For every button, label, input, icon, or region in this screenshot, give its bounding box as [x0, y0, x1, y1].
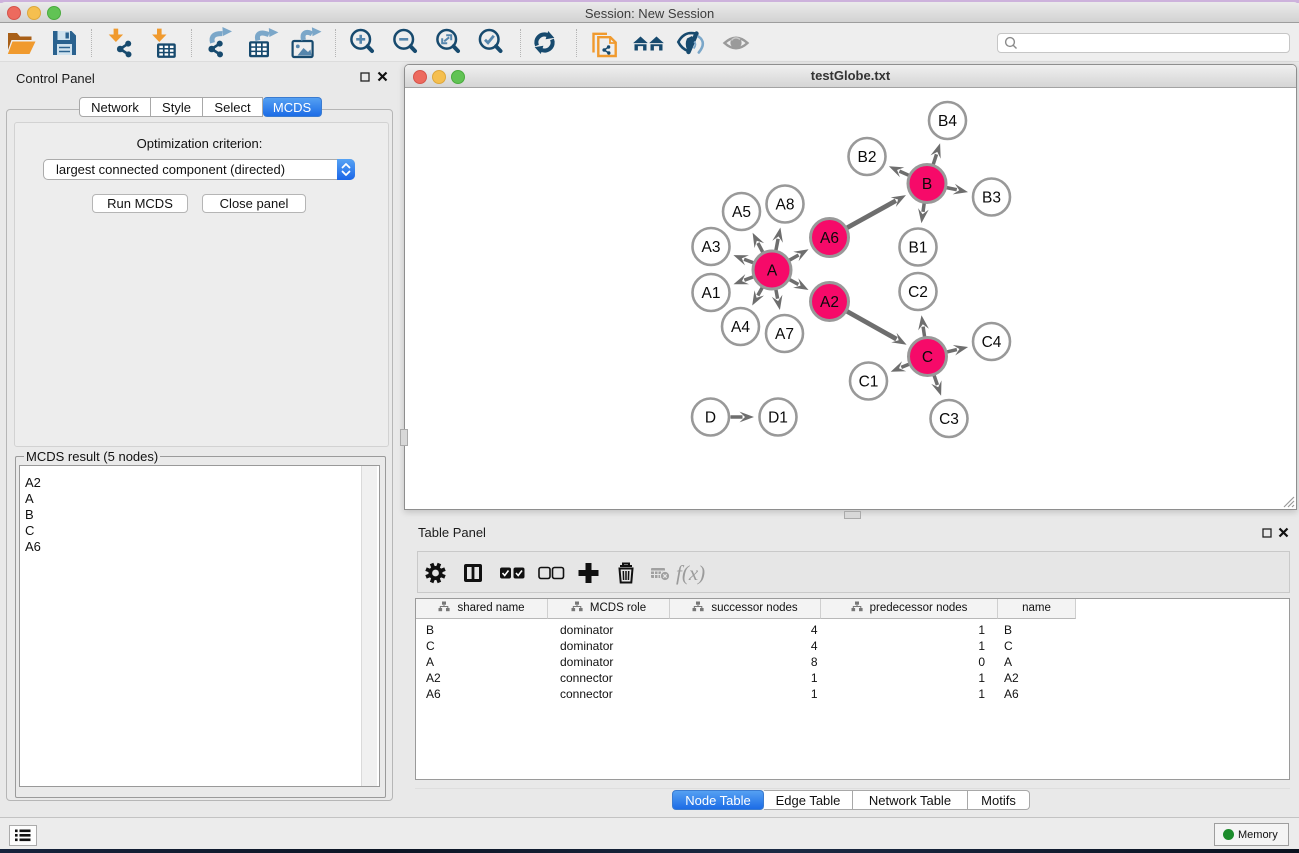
svg-text:A5: A5: [732, 204, 751, 221]
svg-text:D: D: [705, 410, 716, 427]
svg-text:C4: C4: [982, 334, 1002, 351]
svg-text:A6: A6: [820, 230, 839, 247]
svg-text:A: A: [767, 263, 778, 280]
svg-text:A1: A1: [702, 285, 721, 302]
svg-text:B: B: [922, 176, 932, 193]
svg-text:B3: B3: [982, 190, 1001, 207]
svg-text:A4: A4: [731, 319, 750, 336]
svg-text:C3: C3: [939, 411, 959, 428]
svg-text:C2: C2: [908, 284, 928, 301]
svg-text:A7: A7: [775, 326, 794, 343]
svg-text:A2: A2: [820, 294, 839, 311]
svg-text:A8: A8: [776, 197, 795, 214]
svg-text:B2: B2: [858, 149, 877, 166]
svg-text:D1: D1: [768, 410, 788, 427]
svg-text:B1: B1: [909, 240, 928, 257]
svg-text:C1: C1: [859, 374, 879, 391]
svg-text:C: C: [922, 349, 933, 366]
svg-text:f(x): f(x): [676, 561, 705, 585]
svg-text:A3: A3: [702, 239, 721, 256]
svg-text:B4: B4: [938, 113, 957, 130]
